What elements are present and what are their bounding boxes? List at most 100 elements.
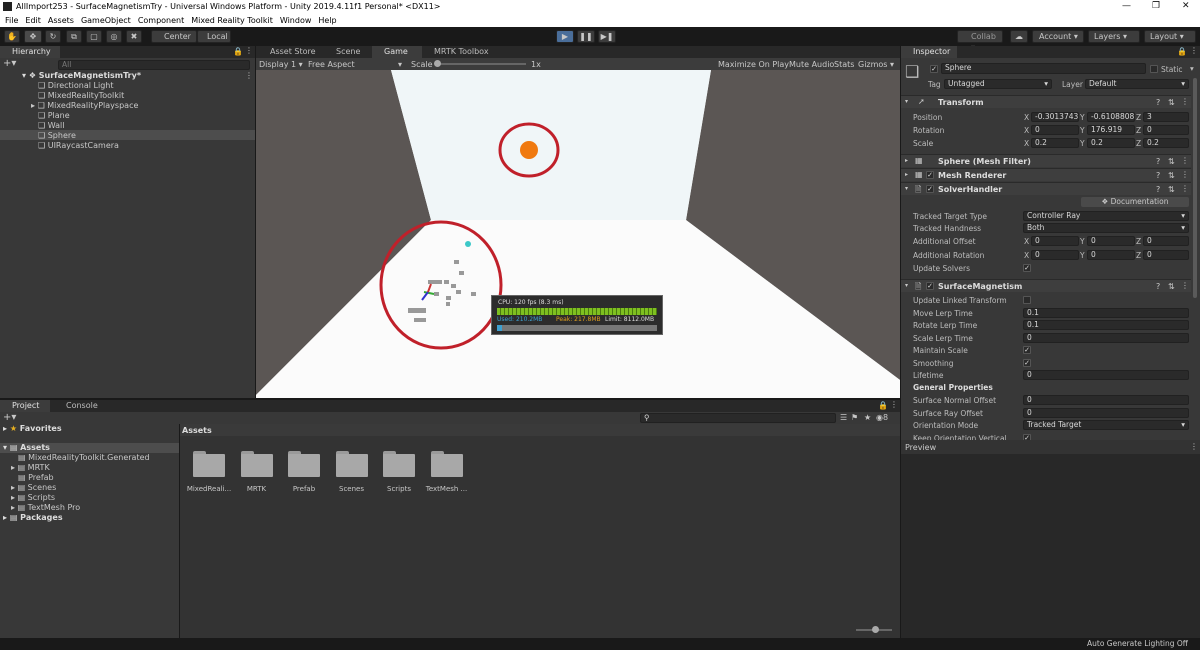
tab-inspector[interactable]: Inspector xyxy=(901,46,957,58)
folder-label[interactable]: MRTK xyxy=(232,485,282,493)
menu-mrtk[interactable]: Mixed Reality Toolkit xyxy=(191,14,273,27)
assets-node[interactable]: ▾ ▤ Assets xyxy=(3,443,50,453)
component-menu-icon[interactable]: ⋮ xyxy=(1181,281,1189,290)
property-field[interactable]: 0 xyxy=(1023,370,1189,380)
cloud-icon[interactable]: ☁ xyxy=(1010,30,1028,43)
component-menu-icon[interactable]: ⋮ xyxy=(1181,97,1189,106)
position-z[interactable]: 3 xyxy=(1143,112,1189,122)
collab-button[interactable]: Collab ▾ xyxy=(957,30,1003,52)
property-dropdown[interactable]: Tracked Target ▾ xyxy=(1023,420,1189,430)
help-icon[interactable]: ? xyxy=(1156,98,1160,107)
rotation-y[interactable]: 176.919 xyxy=(1087,125,1135,135)
property-field[interactable]: 0 xyxy=(1023,332,1189,343)
hierarchy-search-input[interactable]: All xyxy=(58,60,250,70)
tab-asset-store[interactable]: Asset Store xyxy=(258,46,318,58)
hand-tool-icon[interactable]: ✋ xyxy=(4,30,20,43)
favorites-node[interactable]: ▸ ★ Favorites xyxy=(3,424,62,434)
pivot-local-button[interactable]: Local xyxy=(197,30,231,43)
foldout-icon[interactable]: ▾ xyxy=(905,98,908,105)
solver-handler-header[interactable]: ▾ 🗎 ✓ SolverHandler ? ⇅ ⋮ xyxy=(901,182,1191,195)
menu-window[interactable]: Window xyxy=(280,14,312,27)
help-icon[interactable]: ? xyxy=(1156,282,1160,291)
presets-icon[interactable]: ⇅ xyxy=(1168,185,1175,194)
breadcrumb[interactable]: Assets xyxy=(182,426,212,435)
folder-icon[interactable] xyxy=(193,451,225,477)
position-x[interactable]: -0.3013743 xyxy=(1031,112,1079,122)
help-icon[interactable]: ? xyxy=(1156,157,1160,166)
property-field[interactable]: 0.1 xyxy=(1023,307,1189,318)
hierarchy-item[interactable]: ▸ ❑ MixedRealityPlayspace xyxy=(31,101,138,111)
tree-folder[interactable]: ▤ MixedRealityToolkit.Generated xyxy=(18,453,150,463)
property-checkbox[interactable] xyxy=(1023,296,1031,304)
property-field[interactable]: 0.1 xyxy=(1023,320,1189,330)
surface-magnetism-enabled-checkbox[interactable]: ✓ xyxy=(926,282,934,290)
aspect-chevron-icon[interactable]: ▾ xyxy=(398,60,402,69)
surface-magnetism-header[interactable]: ▾ 🗎 ✓ SurfaceMagnetism ? ⇅ ⋮ xyxy=(901,279,1191,292)
panel-menu-icon[interactable]: ⋮ xyxy=(890,400,898,409)
static-checkbox[interactable] xyxy=(1150,65,1158,73)
hierarchy-item[interactable]: ❑ Plane xyxy=(38,111,70,121)
transform-tool-icon[interactable]: ◎ xyxy=(106,30,122,43)
presets-icon[interactable]: ⇅ xyxy=(1168,282,1175,291)
scale-y[interactable]: 0.2 xyxy=(1087,138,1135,148)
tag-dropdown[interactable]: Untagged ▾ xyxy=(944,79,1052,89)
foldout-icon[interactable]: ▸ xyxy=(905,171,908,178)
folder-icon[interactable] xyxy=(430,451,463,477)
stats-toggle[interactable]: Stats xyxy=(834,60,854,69)
mesh-renderer-header[interactable]: ▸ ▦ ✓ Mesh Renderer ? ⇅ ⋮ xyxy=(901,168,1191,181)
play-button[interactable]: ▶ xyxy=(556,30,574,43)
inspector-scrollbar[interactable] xyxy=(1193,78,1197,298)
favorite-icon[interactable]: ★ xyxy=(864,413,871,422)
tab-scene[interactable]: Scene xyxy=(324,46,370,58)
restore-icon[interactable]: ❐ xyxy=(1152,1,1160,11)
hierarchy-item[interactable]: ❑ UIRaycastCamera xyxy=(38,141,119,151)
pause-button[interactable]: ❚❚ xyxy=(577,30,595,43)
tab-game[interactable]: Game xyxy=(372,46,422,58)
update-solvers-checkbox[interactable]: ✓ xyxy=(1023,264,1031,272)
component-menu-icon[interactable]: ⋮ xyxy=(1181,156,1189,165)
hierarchy-item[interactable]: ❑ MixedRealityToolkit xyxy=(38,91,124,101)
presets-icon[interactable]: ⇅ xyxy=(1168,171,1175,180)
minimize-icon[interactable]: — xyxy=(1122,1,1131,11)
scale-z[interactable]: 0.2 xyxy=(1143,138,1189,148)
move-tool-icon[interactable]: ✥ xyxy=(24,30,42,43)
property-field[interactable]: 0 xyxy=(1023,407,1189,418)
menu-help[interactable]: Help xyxy=(318,14,336,27)
scale-tool-icon[interactable]: ⧉ xyxy=(66,30,82,43)
additional-rotation-x[interactable]: 0 xyxy=(1031,250,1079,260)
panel-menu-icon[interactable]: ⋮ xyxy=(1190,46,1198,55)
rect-tool-icon[interactable]: ▢ xyxy=(86,30,102,43)
active-checkbox[interactable]: ✓ xyxy=(930,65,938,73)
mesh-renderer-enabled-checkbox[interactable]: ✓ xyxy=(926,171,934,179)
hierarchy-item-selected[interactable]: ❑ Sphere xyxy=(38,131,76,141)
layers-dropdown[interactable]: Layers ▾ xyxy=(1088,30,1140,43)
display-dropdown[interactable]: Display 1 ▾ xyxy=(259,60,303,69)
scale-slider[interactable] xyxy=(436,63,526,65)
additional-rotation-z[interactable]: 0 xyxy=(1143,250,1189,260)
create-icon[interactable]: +▾ xyxy=(3,412,16,423)
maximize-on-play-toggle[interactable]: Maximize On Play xyxy=(718,60,789,69)
close-icon[interactable]: ✕ xyxy=(1182,1,1190,11)
game-view[interactable]: CPU: 120 fps (8.3 ms) Used: 210.2MB Peak… xyxy=(256,70,900,398)
scale-x[interactable]: 0.2 xyxy=(1031,138,1079,148)
folder-label[interactable]: Prefab xyxy=(279,485,329,493)
folder-icon[interactable] xyxy=(288,451,320,477)
rotation-z[interactable]: 0 xyxy=(1143,125,1189,135)
additional-offset-y[interactable]: 0 xyxy=(1087,236,1135,246)
property-checkbox[interactable]: ✓ xyxy=(1023,358,1031,367)
transform-header[interactable]: ▾ ➚ Transform ? ⇅ ⋮ xyxy=(901,95,1191,108)
foldout-icon[interactable]: ▾ xyxy=(905,185,908,192)
documentation-button[interactable]: ❖ Documentation xyxy=(1081,197,1189,207)
panel-menu-icon[interactable]: ⋮ xyxy=(245,46,253,55)
rotation-x[interactable]: 0 xyxy=(1031,125,1079,135)
tab-console[interactable]: Console xyxy=(54,400,104,412)
tab-mrtk-toolbox[interactable]: MRTK Toolbox xyxy=(422,46,502,58)
folder-label[interactable]: MixedReali... xyxy=(184,485,234,493)
object-name-input[interactable]: Sphere xyxy=(941,63,1146,74)
step-button[interactable]: ▶❚ xyxy=(598,30,616,43)
lock-icon[interactable]: 🔒 xyxy=(1177,47,1187,56)
project-search-input[interactable]: ⚲ xyxy=(640,413,836,423)
tracked-handness-dropdown[interactable]: Both ▾ xyxy=(1023,223,1189,233)
mute-audio-toggle[interactable]: Mute Audio xyxy=(789,60,834,69)
search-by-type-icon[interactable]: ☰ xyxy=(840,413,847,422)
